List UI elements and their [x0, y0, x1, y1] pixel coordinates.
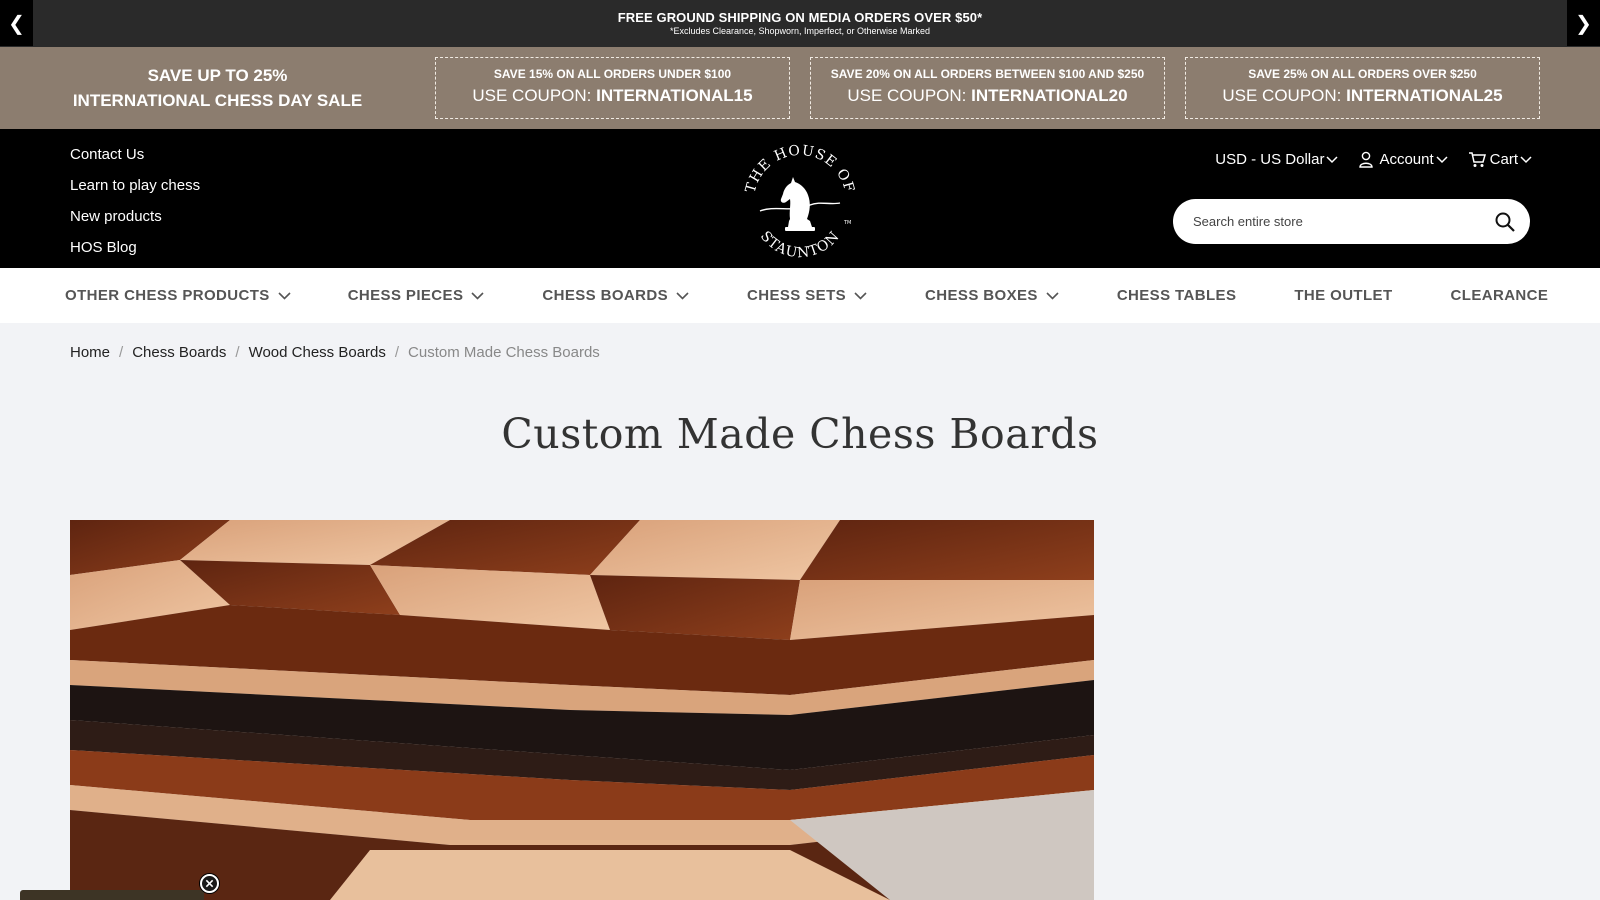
coupon-code-line: USE COUPON: INTERNATIONAL20 — [811, 86, 1164, 106]
new-products-link[interactable]: New products — [70, 201, 200, 232]
currency-label: USD - US Dollar — [1215, 151, 1325, 168]
coupon-title: SAVE 25% ON ALL ORDERS OVER $250 — [1248, 67, 1477, 81]
nav-chess-pieces[interactable]: CHESS PIECES — [348, 287, 485, 304]
coupon-code-line: USE COUPON: INTERNATIONAL25 — [1186, 86, 1539, 106]
announcement-text: FREE GROUND SHIPPING ON MEDIA ORDERS OVE… — [617, 10, 983, 25]
site-header: Contact Us Learn to play chess New produ… — [0, 129, 1600, 268]
coupon-box[interactable]: SAVE 15% ON ALL ORDERS UNDER $100 USE CO… — [435, 57, 790, 119]
breadcrumb-home[interactable]: Home — [70, 344, 110, 361]
nav-chess-sets[interactable]: CHESS SETS — [747, 287, 867, 304]
coupon-prefix: USE COUPON: — [847, 86, 972, 105]
chevron-down-icon — [1046, 291, 1059, 300]
breadcrumb-separator: / — [119, 344, 124, 361]
header-links: Contact Us Learn to play chess New produ… — [70, 139, 200, 263]
coupon-code: INTERNATIONAL15 — [596, 86, 753, 105]
promo-popup-tab[interactable] — [20, 890, 204, 900]
nav-label: OTHER CHESS PRODUCTS — [65, 287, 270, 304]
breadcrumb-separator: / — [394, 344, 400, 361]
nav-clearance[interactable]: CLEARANCE — [1451, 287, 1549, 304]
nav-the-outlet[interactable]: THE OUTLET — [1294, 287, 1392, 304]
cart-icon — [1468, 152, 1486, 167]
nav-label: CHESS PIECES — [347, 287, 464, 304]
sale-banner[interactable]: SAVE UP TO 25% INTERNATIONAL CHESS DAY S… — [0, 63, 435, 113]
logo-trademark: TM — [843, 220, 851, 226]
close-icon[interactable] — [200, 874, 219, 893]
coupon-code: INTERNATIONAL20 — [971, 86, 1128, 105]
nav-label: CLEARANCE — [1450, 287, 1549, 304]
search-bar — [1173, 199, 1530, 244]
learn-chess-link[interactable]: Learn to play chess — [70, 170, 200, 201]
coupon-prefix: USE COUPON: — [1222, 86, 1347, 105]
coupon-box[interactable]: SAVE 25% ON ALL ORDERS OVER $250 USE COU… — [1185, 57, 1540, 119]
search-icon[interactable] — [1494, 211, 1516, 233]
coupon-title: SAVE 15% ON ALL ORDERS UNDER $100 — [493, 67, 732, 81]
knight-icon — [780, 177, 815, 231]
contact-us-link[interactable]: Contact Us — [70, 139, 200, 170]
coupon-prefix: USE COUPON: — [472, 86, 597, 105]
chevron-down-icon — [1520, 155, 1532, 163]
user-icon — [1359, 151, 1374, 168]
chevron-down-icon — [471, 291, 484, 300]
promo-bar: SAVE UP TO 25% INTERNATIONAL CHESS DAY S… — [0, 47, 1600, 129]
nav-label: CHESS SETS — [747, 287, 847, 304]
header-utilities: USD - US Dollar Account Cart — [1195, 151, 1532, 168]
coupon-title: SAVE 20% ON ALL ORDERS BETWEEN $100 AND … — [830, 67, 1145, 81]
site-logo[interactable]: THE HOUSE OF STAUNTON TM — [740, 139, 860, 259]
nav-label: CHESS BOARDS — [542, 287, 669, 304]
breadcrumb-wood-chess-boards[interactable]: Wood Chess Boards — [249, 344, 386, 361]
coupon-code: INTERNATIONAL25 — [1346, 86, 1503, 105]
coupon-box[interactable]: SAVE 20% ON ALL ORDERS BETWEEN $100 AND … — [810, 57, 1165, 119]
blog-link[interactable]: HOS Blog — [70, 232, 200, 263]
breadcrumb-separator: / — [235, 344, 240, 361]
nav-chess-tables[interactable]: CHESS TABLES — [1117, 287, 1237, 304]
breadcrumb-current: Custom Made Chess Boards — [408, 344, 600, 361]
nav-label: THE OUTLET — [1294, 287, 1393, 304]
nav-chess-boards[interactable]: CHESS BOARDS — [542, 287, 689, 304]
search-input[interactable] — [1173, 214, 1473, 229]
account-label: Account — [1379, 151, 1434, 168]
chevron-down-icon — [278, 291, 291, 300]
announcement-prev-button[interactable]: ❮ — [0, 0, 33, 46]
logo-text-bottom: STAUNTON — [757, 228, 842, 259]
chevron-down-icon — [1326, 155, 1338, 163]
cart-label: Cart — [1489, 151, 1518, 168]
breadcrumb-chess-boards[interactable]: Chess Boards — [132, 344, 226, 361]
nav-label: CHESS TABLES — [1116, 287, 1237, 304]
sale-title: INTERNATIONAL CHESS DAY SALE — [72, 91, 363, 110]
chevron-down-icon — [854, 291, 867, 300]
announcement-next-button[interactable]: ❯ — [1567, 0, 1600, 46]
breadcrumb: Home / Chess Boards / Wood Chess Boards … — [70, 344, 600, 361]
announcement-bar: ❮ FREE GROUND SHIPPING ON MEDIA ORDERS O… — [0, 0, 1600, 47]
nav-chess-boxes[interactable]: CHESS BOXES — [925, 287, 1059, 304]
svg-text:STAUNTON: STAUNTON — [757, 228, 843, 259]
page-title: Custom Made Chess Boards — [501, 410, 1099, 458]
sale-headline: SAVE UP TO 25% — [147, 66, 288, 85]
chevron-down-icon — [676, 291, 689, 300]
announcement-subtext: *Excludes Clearance, Shopworn, Imperfect… — [669, 26, 931, 36]
chevron-down-icon — [1436, 155, 1448, 163]
nav-label: CHESS BOXES — [925, 287, 1038, 304]
account-menu[interactable]: Account — [1358, 151, 1448, 168]
cart-menu[interactable]: Cart — [1468, 151, 1532, 168]
hero-image — [70, 520, 1094, 900]
main-nav: OTHER CHESS PRODUCTS CHESS PIECES CHESS … — [0, 268, 1600, 323]
nav-other-chess-products[interactable]: OTHER CHESS PRODUCTS — [65, 287, 291, 304]
currency-selector[interactable]: USD - US Dollar — [1215, 151, 1338, 168]
coupon-code-line: USE COUPON: INTERNATIONAL15 — [436, 86, 789, 106]
